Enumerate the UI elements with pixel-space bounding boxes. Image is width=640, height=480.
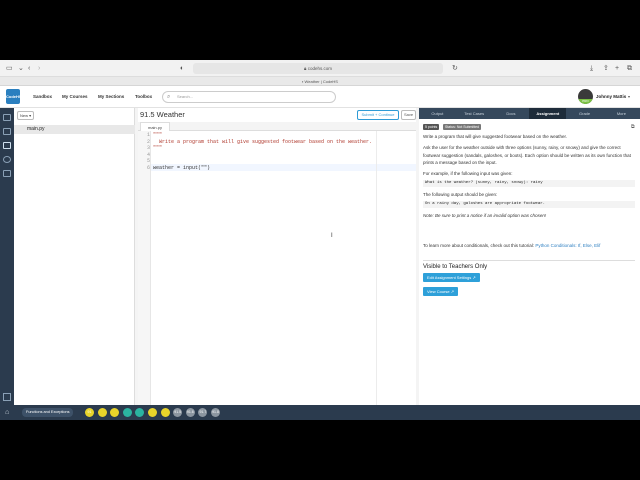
- left-rail: [0, 108, 14, 405]
- lesson-dot[interactable]: [97, 408, 107, 417]
- example-output: On a rainy day, galoshes are appropriate…: [423, 201, 635, 208]
- nav-my-courses[interactable]: My Courses: [62, 86, 88, 108]
- file-tree: New ▾ main.py: [14, 108, 135, 405]
- file-item[interactable]: main.py: [14, 125, 135, 134]
- chevron-down-icon[interactable]: ▾: [628, 86, 630, 108]
- lesson-dot[interactable]: 91.7: [198, 408, 208, 417]
- avatar[interactable]: PRO: [578, 89, 593, 104]
- lesson-dot[interactable]: [148, 408, 157, 417]
- code-line: Write a program that will give suggested…: [153, 138, 373, 145]
- browser-toolbar: ▭ ⌄ ‹ › ◐ 🔒︎ codehs.com ↻ ⤓ ⇪ + ⧉: [0, 60, 640, 77]
- lesson-dot[interactable]: [122, 408, 132, 417]
- tab-docs[interactable]: Docs: [493, 108, 530, 119]
- assignment-text: prints a message based on the input.: [423, 160, 497, 165]
- settings-icon[interactable]: [3, 156, 11, 163]
- points-badge: 5 points: [423, 124, 440, 130]
- privacy-icon[interactable]: ◐: [180, 64, 184, 73]
- browser-tab[interactable]: ▪ Weather | CodeHS: [0, 77, 640, 86]
- home-icon[interactable]: ⌂: [5, 408, 9, 417]
- code-line: """: [153, 145, 163, 151]
- search-input[interactable]: ⌕ Search...: [162, 91, 336, 103]
- new-file-button[interactable]: New ▾: [17, 111, 34, 120]
- tutorial-text: To learn more about conditionals, check …: [423, 242, 633, 250]
- text-cursor-icon: I: [331, 233, 333, 239]
- reload-icon[interactable]: ↻: [452, 64, 458, 73]
- line-number: 6: [146, 164, 150, 171]
- chevron-down-icon[interactable]: ⌄: [18, 64, 24, 73]
- divider: [423, 260, 635, 261]
- tab-overview-icon[interactable]: ⧉: [627, 64, 632, 73]
- example-input: What is the weather? (sunny, rainy, snow…: [423, 180, 635, 187]
- tab-test-cases[interactable]: Test Cases: [456, 108, 493, 119]
- tab-grade[interactable]: Grade: [566, 108, 603, 119]
- search-placeholder: Search...: [177, 94, 194, 99]
- lesson-dot[interactable]: 91.5: [173, 408, 183, 417]
- new-tab-icon[interactable]: +: [615, 64, 619, 73]
- editor-header: 91.5 Weather Submit + Continue Save: [138, 108, 417, 122]
- tab-output[interactable]: Output: [419, 108, 456, 119]
- save-button[interactable]: Save: [401, 110, 416, 120]
- assignment-text: footwear suggestion (sandals, galoshes, …: [423, 152, 631, 158]
- share-icon[interactable]: ⇪: [603, 64, 609, 73]
- url-text: codehs.com: [307, 66, 332, 71]
- line-gutter: 1 2 3 4 5 6: [138, 131, 151, 405]
- lesson-dot[interactable]: 91.8: [211, 408, 220, 417]
- lesson-dot[interactable]: [110, 408, 120, 417]
- lesson-dot[interactable]: 91: [85, 408, 94, 417]
- external-link-icon: ↗: [450, 289, 455, 294]
- view-course-button[interactable]: View Course ↗: [423, 287, 459, 296]
- editor-tabs: main.py: [138, 122, 417, 131]
- code-line: weather = input(""): [153, 164, 211, 171]
- assignment-text: For example, if the following input was …: [423, 171, 513, 176]
- sidebar-toggle-icon[interactable]: ▭: [6, 64, 13, 73]
- tab-title: Weather | CodeHS: [304, 79, 338, 84]
- tab-main-py[interactable]: main.py: [140, 122, 170, 131]
- toggle-files-icon[interactable]: [3, 114, 11, 121]
- bottom-nav: ⌂ Functions and Exceptions 91 91.5 91.6 91.…: [0, 405, 640, 420]
- assignment-text: The following output should be given:: [423, 192, 498, 197]
- page-title: 91.5 Weather: [140, 110, 185, 119]
- back-icon[interactable]: ‹: [28, 64, 30, 73]
- assignment-text: Ask the user for the weather outside wit…: [423, 145, 621, 150]
- people-icon[interactable]: [3, 170, 11, 177]
- nav-my-sections[interactable]: My Sections: [98, 86, 124, 108]
- panel-tabs: Output Test Cases Docs Assignment Grade …: [419, 108, 640, 119]
- submit-continue-button[interactable]: Submit + Continue: [357, 110, 399, 120]
- teachers-heading: Visible to Teachers Only: [423, 264, 488, 270]
- pro-badge: PRO: [578, 99, 593, 104]
- tutorial-link[interactable]: Python Conditionals: If, Else, Elif: [535, 243, 600, 248]
- nav-sandbox[interactable]: Sandbox: [33, 86, 52, 108]
- status-badge: Status: Not Submitted: [443, 124, 482, 130]
- screen: ▭ ⌄ ‹ › ◐ 🔒︎ codehs.com ↻ ⤓ ⇪ + ⧉ ▪ Weat…: [0, 60, 640, 420]
- assignment-note: Note: Be sure to print a notice if an in…: [423, 213, 547, 218]
- search-icon: ⌕: [167, 94, 171, 100]
- popout-icon[interactable]: ⧉: [631, 124, 635, 130]
- assignment-panel: Output Test Cases Docs Assignment Grade …: [419, 108, 640, 405]
- tab-more[interactable]: More: [603, 108, 640, 119]
- forward-icon[interactable]: ›: [38, 64, 40, 73]
- download-icon[interactable]: ⤓: [590, 64, 593, 73]
- lesson-dot[interactable]: 91.6: [185, 408, 195, 417]
- files-icon[interactable]: [3, 128, 11, 135]
- collapse-icon[interactable]: [3, 393, 11, 401]
- tutorial-label: To learn more about conditionals, check …: [423, 243, 536, 248]
- edit-assignment-settings-button[interactable]: Edit Assignment Settings ↗: [423, 273, 480, 282]
- tab-assignment[interactable]: Assignment: [529, 108, 567, 119]
- external-link-icon: ↗: [472, 275, 476, 280]
- file-name: main.py: [27, 126, 45, 132]
- nav-toolbox[interactable]: Toolbox: [135, 86, 152, 108]
- print-margin: [376, 131, 377, 405]
- lesson-dot[interactable]: [135, 408, 145, 417]
- new-file-label: New: [20, 113, 29, 118]
- user-name[interactable]: Johnny Mattis: [596, 86, 626, 108]
- codehs-logo[interactable]: CodeHS: [6, 89, 22, 104]
- view-course-label: View Course: [427, 289, 450, 294]
- url-bar[interactable]: 🔒︎ codehs.com: [193, 63, 443, 74]
- unit-selector[interactable]: Functions and Exceptions: [22, 408, 74, 417]
- assignment-text: Write a program that will give suggested…: [423, 134, 567, 139]
- code-icon[interactable]: [3, 142, 11, 149]
- lesson-dot[interactable]: [160, 408, 170, 417]
- edit-settings-label: Edit Assignment Settings: [427, 275, 472, 280]
- top-nav: CodeHS Sandbox My Courses My Sections To…: [0, 86, 640, 108]
